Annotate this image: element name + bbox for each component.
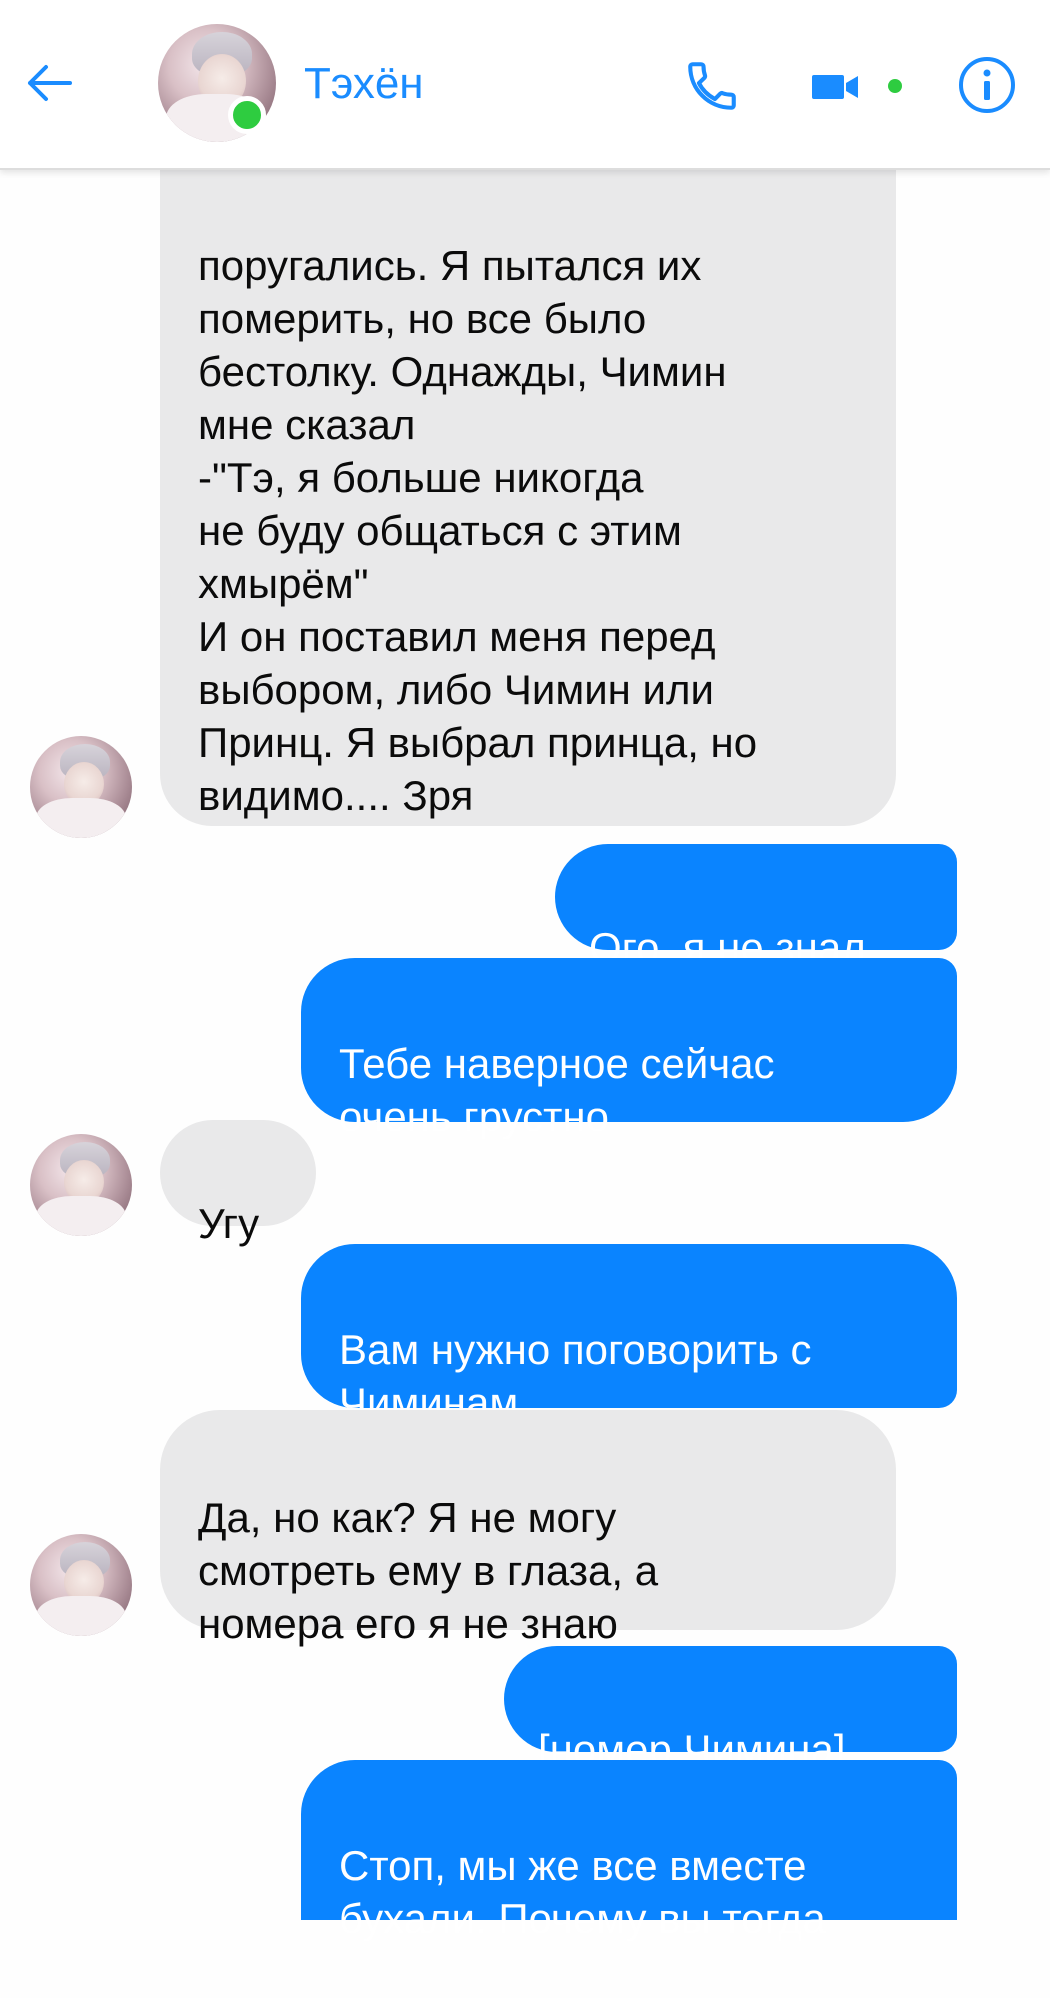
message-text: Стоп, мы же все вместе бухали. Почему вы… xyxy=(339,1842,826,1942)
message-bubble-outgoing[interactable]: [номер Чимина] xyxy=(504,1646,957,1773)
message-text: Угу xyxy=(198,1200,260,1247)
sender-avatar[interactable] xyxy=(30,1534,132,1636)
call-button[interactable] xyxy=(680,54,744,118)
video-camera-icon xyxy=(812,75,858,99)
message-bubble-outgoing[interactable]: Тебе наверное сейчас очень грустно xyxy=(301,958,957,1140)
message-text: Тебе наверное сейчас очень грустно xyxy=(339,1040,775,1140)
contact-name[interactable]: Тэхён xyxy=(304,58,424,110)
sender-avatar[interactable] xyxy=(30,1134,132,1236)
message-bubble-outgoing[interactable]: Стоп, мы же все вместе бухали. Почему вы… xyxy=(301,1760,957,1942)
video-active-dot xyxy=(888,79,902,93)
message-bubble-outgoing[interactable]: Вам нужно поговорить с Чиминам xyxy=(301,1244,957,1426)
arrow-left-icon xyxy=(28,65,72,101)
sender-avatar[interactable] xyxy=(30,736,132,838)
message-text: поругались. Я пытался их померить, но вс… xyxy=(198,242,758,819)
online-status-indicator xyxy=(228,96,266,134)
message-bubble-incoming[interactable]: поругались. Я пытался их померить, но вс… xyxy=(160,118,896,826)
message-bubble-incoming[interactable]: Да, но как? Я не могу смотреть ему в гла… xyxy=(160,1410,896,1647)
info-icon xyxy=(959,57,1015,113)
back-button[interactable] xyxy=(18,52,80,114)
message-bubble-incoming[interactable]: Угу xyxy=(160,1120,316,1247)
message-text: Да, но как? Я не могу смотреть ему в гла… xyxy=(198,1494,659,1647)
phone-icon xyxy=(688,62,736,110)
chat-header: Тэхён xyxy=(0,0,1050,170)
message-bubble-outgoing[interactable]: Ого, я не знал xyxy=(555,844,957,971)
info-button[interactable] xyxy=(952,50,1022,120)
